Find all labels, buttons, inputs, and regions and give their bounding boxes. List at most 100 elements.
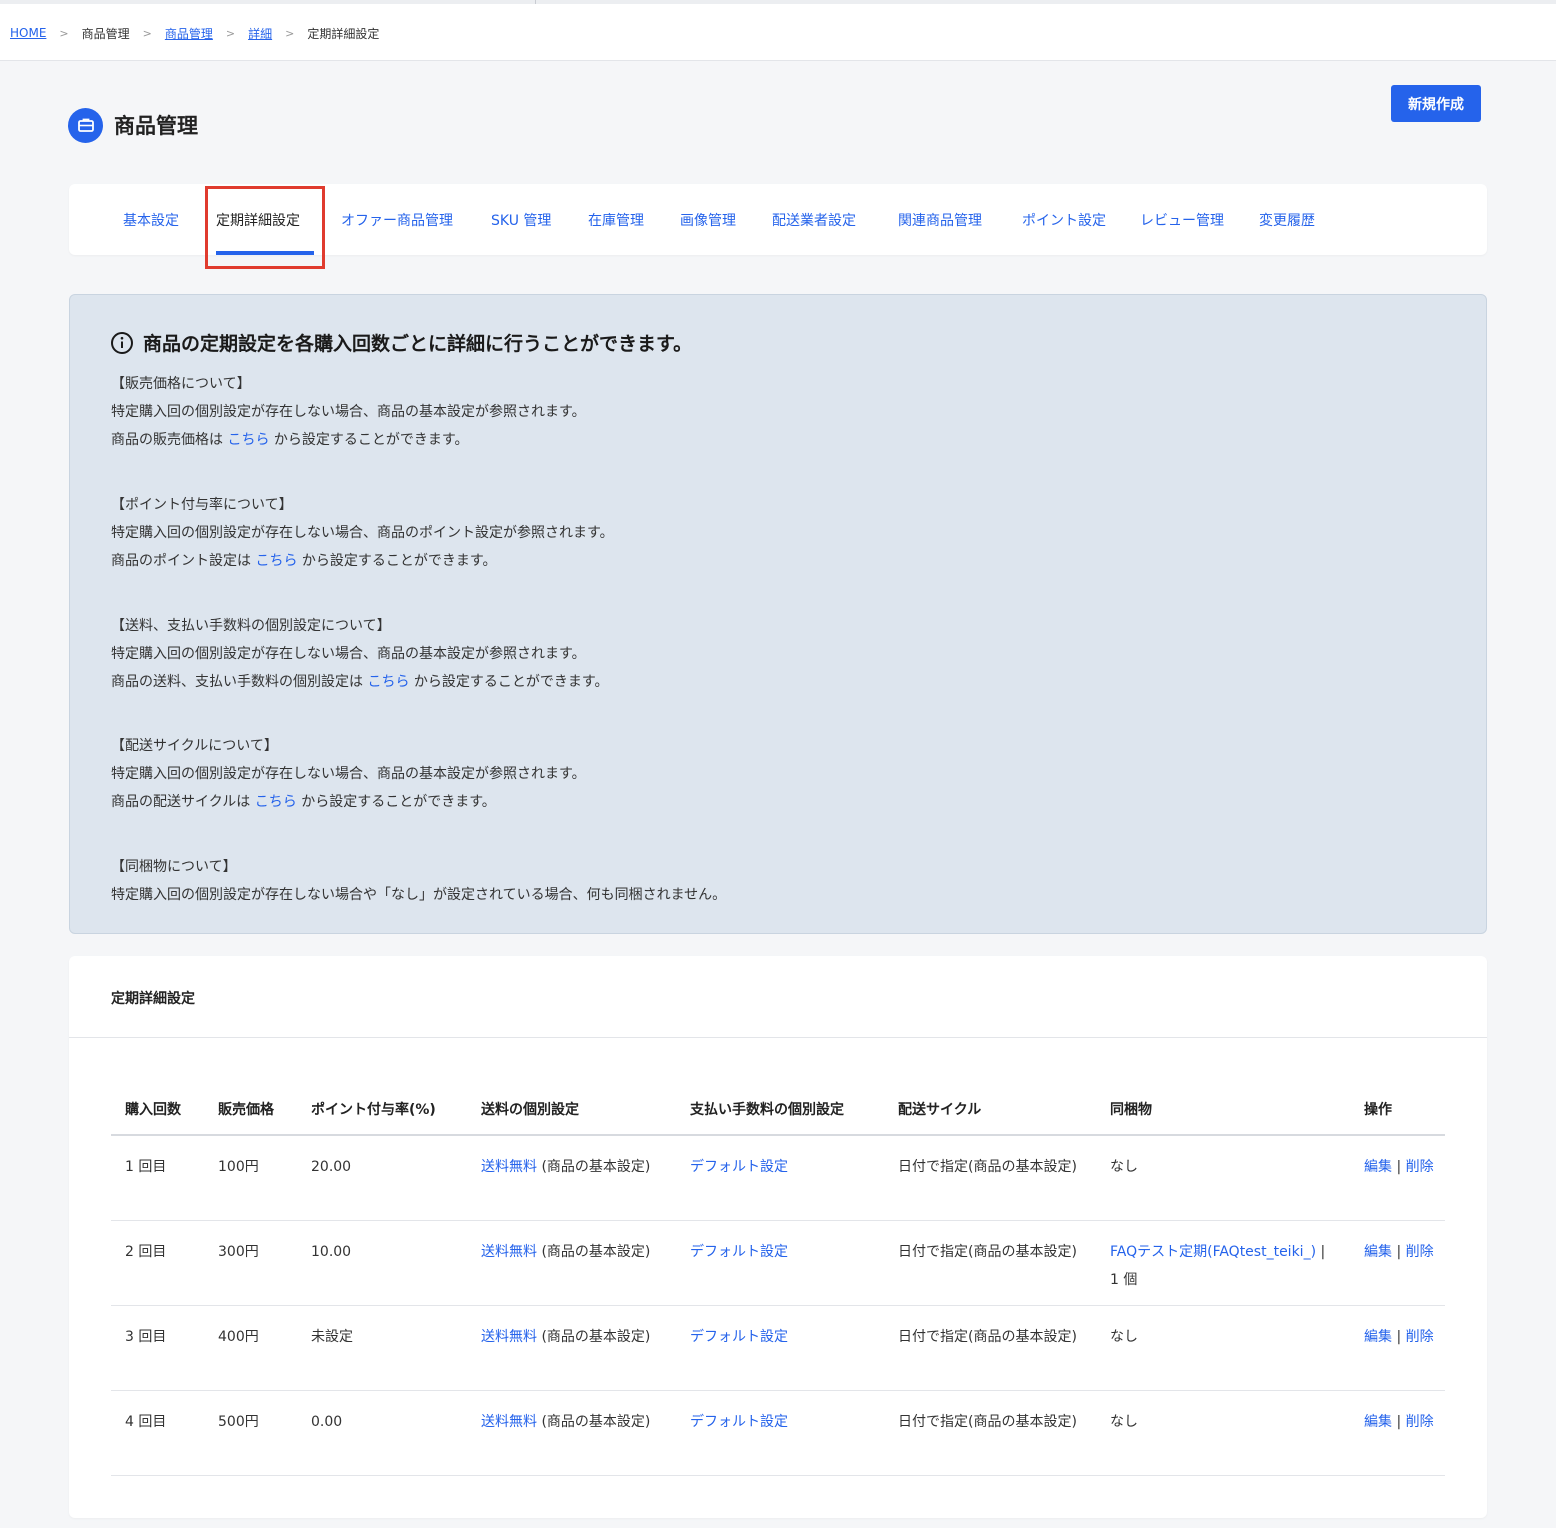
info-section-text: 特定購入回の個別設定が存在しない場合や「なし」が設定されている場合、何も同梱され… xyxy=(111,887,727,903)
purchase-count: 1 回目 xyxy=(125,1159,167,1175)
card-divider xyxy=(69,1037,1487,1038)
info-section-text: 商品の送料、支払い手数料の個別設定は こちら から設定することができます。 xyxy=(111,668,609,696)
info-section-text: 商品のポイント設定は こちら から設定することができます。 xyxy=(111,547,614,575)
shipping-link[interactable]: 送料無料 xyxy=(481,1244,537,1260)
fee-link[interactable]: デフォルト設定 xyxy=(690,1244,788,1260)
fee-link[interactable]: デフォルト設定 xyxy=(690,1159,788,1175)
point-settings-link[interactable]: こちら xyxy=(255,553,297,569)
shipping-link[interactable]: 送料無料 xyxy=(481,1414,537,1430)
info-icon xyxy=(110,331,134,355)
page-header: 商品管理 xyxy=(68,107,198,143)
bundle-link[interactable]: FAQテスト定期(FAQtest_teiki_) xyxy=(1110,1244,1316,1260)
column-header: 送料の個別設定 xyxy=(481,1102,579,1118)
tab-image-management[interactable]: 画像管理 xyxy=(680,184,736,255)
info-heading: 商品の定期設定を各購入回数ごとに詳細に行うことができます。 xyxy=(110,329,692,356)
tab-review-management[interactable]: レビュー管理 xyxy=(1140,184,1224,255)
fee-link[interactable]: デフォルト設定 xyxy=(690,1329,788,1345)
shipping-link[interactable]: 送料無料 xyxy=(481,1159,537,1175)
action-separator: | xyxy=(1392,1329,1406,1345)
top-strip xyxy=(0,0,1556,4)
tab-carrier-settings[interactable]: 配送業者設定 xyxy=(772,184,856,255)
info-text-post: から設定することができます。 xyxy=(297,553,497,569)
row-actions: 編集 | 削除 xyxy=(1364,1408,1434,1436)
breadcrumb-separator: > xyxy=(225,26,236,40)
tab-basic-settings[interactable]: 基本設定 xyxy=(123,184,179,255)
fee-setting: デフォルト設定 xyxy=(690,1153,788,1181)
table-header: 購入回数 販売価格 ポイント付与率(%) 送料の個別設定 支払い手数料の個別設定… xyxy=(111,1090,1445,1136)
info-text-post: から設定することができます。 xyxy=(269,432,469,448)
info-section-bundle: 【同梱物について】 特定購入回の個別設定が存在しない場合や「なし」が設定されてい… xyxy=(111,853,726,909)
column-header: 配送サイクル xyxy=(898,1102,982,1118)
delivery-cycle: 日付で指定(商品の基本設定) xyxy=(898,1244,1077,1260)
tab-bar: 基本設定 定期詳細設定 オファー商品管理 SKU 管理 在庫管理 画像管理 配送… xyxy=(69,184,1487,255)
fee-setting: デフォルト設定 xyxy=(690,1323,788,1351)
row-actions: 編集 | 削除 xyxy=(1364,1153,1434,1181)
info-text-post: から設定することができます。 xyxy=(409,674,609,690)
bundle-item: FAQテスト定期(FAQtest_teiki_) | 1 個 xyxy=(1110,1238,1330,1294)
point-rate: 未設定 xyxy=(311,1329,353,1345)
tab-inventory-management[interactable]: 在庫管理 xyxy=(588,184,644,255)
delete-link[interactable]: 削除 xyxy=(1406,1244,1434,1260)
column-header: 同梱物 xyxy=(1110,1102,1152,1118)
tab-sku-management[interactable]: SKU 管理 xyxy=(491,184,551,255)
tab-offer-products[interactable]: オファー商品管理 xyxy=(341,184,453,255)
breadcrumb-product-management-link[interactable]: 商品管理 xyxy=(165,25,213,42)
info-text-pre: 商品のポイント設定は xyxy=(111,553,256,569)
shipping-setting: 送料無料 (商品の基本設定) xyxy=(481,1153,671,1181)
info-text-pre: 商品の販売価格は xyxy=(111,432,228,448)
info-section-text: 特定購入回の個別設定が存在しない場合、商品の基本設定が参照されます。 xyxy=(111,766,586,782)
subscription-table: 購入回数 販売価格 ポイント付与率(%) 送料の個別設定 支払い手数料の個別設定… xyxy=(111,1090,1445,1476)
edit-link[interactable]: 編集 xyxy=(1364,1244,1392,1260)
info-section-shipping-fee: 【送料、支払い手数料の個別設定について】 特定購入回の個別設定が存在しない場合、… xyxy=(111,612,609,696)
delete-link[interactable]: 削除 xyxy=(1406,1329,1434,1345)
info-heading-text: 商品の定期設定を各購入回数ごとに詳細に行うことができます。 xyxy=(143,333,693,355)
new-create-button[interactable]: 新規作成 xyxy=(1391,85,1481,122)
table-row: 3 回目 400円 未設定 送料無料 (商品の基本設定) デフォルト設定 日付で… xyxy=(111,1306,1445,1391)
info-section-price: 【販売価格について】 特定購入回の個別設定が存在しない場合、商品の基本設定が参照… xyxy=(111,370,586,454)
shipping-note: (商品の基本設定) xyxy=(541,1414,651,1430)
delete-link[interactable]: 削除 xyxy=(1406,1159,1434,1175)
tab-related-products[interactable]: 関連商品管理 xyxy=(898,184,982,255)
delivery-cycle-settings-link[interactable]: こちら xyxy=(255,794,297,810)
card-title: 定期詳細設定 xyxy=(111,991,195,1007)
shipping-setting: 送料無料 (商品の基本設定) xyxy=(481,1408,671,1436)
info-section-text: 特定購入回の個別設定が存在しない場合、商品の基本設定が参照されます。 xyxy=(111,646,586,662)
breadcrumb-separator: > xyxy=(59,26,69,40)
info-text-post: から設定することができます。 xyxy=(296,794,496,810)
point-rate: 0.00 xyxy=(311,1414,343,1430)
shipping-link[interactable]: 送料無料 xyxy=(481,1329,537,1345)
purchase-count: 4 回目 xyxy=(125,1414,167,1430)
info-text-pre: 商品の送料、支払い手数料の個別設定は xyxy=(111,674,368,690)
breadcrumb-detail-link[interactable]: 詳細 xyxy=(248,25,272,42)
edit-link[interactable]: 編集 xyxy=(1364,1414,1392,1430)
bundle-item: なし xyxy=(1110,1329,1138,1345)
shipping-fee-settings-link[interactable]: こちら xyxy=(367,674,409,690)
edit-link[interactable]: 編集 xyxy=(1364,1159,1392,1175)
shipping-note: (商品の基本設定) xyxy=(541,1159,651,1175)
point-rate: 10.00 xyxy=(311,1244,352,1260)
tab-point-settings[interactable]: ポイント設定 xyxy=(1022,184,1106,255)
info-text-pre: 商品の配送サイクルは xyxy=(111,794,255,810)
info-section-title: 【ポイント付与率について】 xyxy=(111,497,293,513)
top-strip-mark xyxy=(535,0,536,4)
edit-link[interactable]: 編集 xyxy=(1364,1329,1392,1345)
delete-link[interactable]: 削除 xyxy=(1406,1414,1434,1430)
info-section-delivery-cycle: 【配送サイクルについて】 特定購入回の個別設定が存在しない場合、商品の基本設定が… xyxy=(111,732,586,816)
sale-price: 100円 xyxy=(218,1159,259,1175)
column-header: 支払い手数料の個別設定 xyxy=(690,1102,844,1118)
delivery-cycle: 日付で指定(商品の基本設定) xyxy=(898,1414,1077,1430)
column-header: 購入回数 xyxy=(125,1102,181,1118)
breadcrumb-home-link[interactable]: HOME xyxy=(10,26,46,40)
fee-link[interactable]: デフォルト設定 xyxy=(690,1414,788,1430)
breadcrumb-item-product-management: 商品管理 xyxy=(81,26,130,41)
breadcrumb-separator: > xyxy=(142,26,152,40)
tab-subscription-detail-settings[interactable]: 定期詳細設定 xyxy=(216,184,300,255)
column-header: 販売価格 xyxy=(218,1102,274,1118)
column-header: 操作 xyxy=(1364,1102,1392,1118)
breadcrumb-current: 定期詳細設定 xyxy=(307,26,380,41)
delivery-cycle: 日付で指定(商品の基本設定) xyxy=(898,1329,1077,1345)
price-settings-link[interactable]: こちら xyxy=(227,432,269,448)
tab-change-history[interactable]: 変更履歴 xyxy=(1259,184,1315,255)
page-title: 商品管理 xyxy=(114,114,198,138)
fee-setting: デフォルト設定 xyxy=(690,1408,788,1436)
